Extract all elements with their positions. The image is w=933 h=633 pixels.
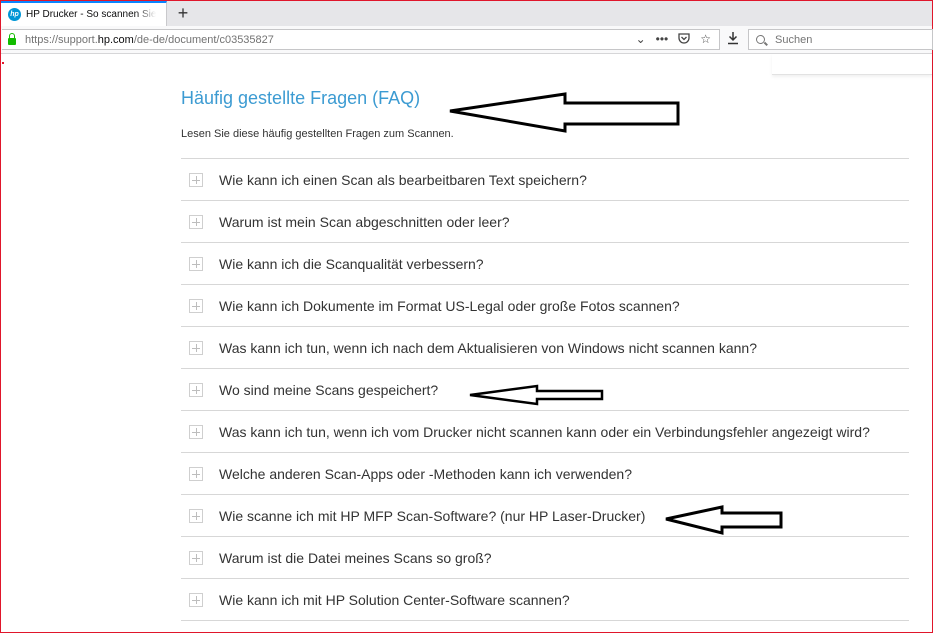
annotation-arrow-icon bbox=[665, 505, 783, 535]
